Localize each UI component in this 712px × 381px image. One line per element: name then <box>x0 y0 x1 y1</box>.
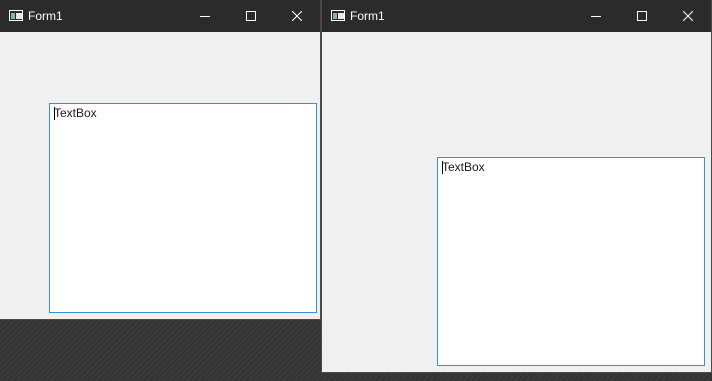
form-client-area: TextBox <box>322 32 711 372</box>
maximize-button[interactable] <box>619 0 665 32</box>
maximize-icon <box>637 11 647 21</box>
maximize-icon <box>246 11 256 21</box>
maximize-button[interactable] <box>228 0 274 32</box>
form-app-icon <box>331 10 345 21</box>
minimize-button[interactable] <box>573 0 619 32</box>
minimize-button[interactable] <box>182 0 228 32</box>
window-title: Form1 <box>28 9 63 23</box>
form-client-area: TextBox <box>0 32 320 319</box>
minimize-icon <box>200 16 210 17</box>
textbox[interactable]: TextBox <box>437 157 705 366</box>
close-button[interactable] <box>665 0 711 32</box>
close-icon <box>292 11 302 21</box>
close-button[interactable] <box>274 0 320 32</box>
form1-window-right: Form1 TextBox <box>322 0 711 372</box>
textbox[interactable]: TextBox <box>49 103 317 313</box>
title-bar[interactable]: Form1 <box>0 0 320 32</box>
close-icon <box>683 11 693 21</box>
form-app-icon <box>9 10 23 21</box>
window-title: Form1 <box>350 9 385 23</box>
textbox-text: TextBox <box>54 106 97 120</box>
minimize-icon <box>591 16 601 17</box>
textbox-text: TextBox <box>442 160 485 174</box>
title-bar[interactable]: Form1 <box>322 0 711 32</box>
form1-window-left: Form1 TextBox <box>0 0 320 319</box>
